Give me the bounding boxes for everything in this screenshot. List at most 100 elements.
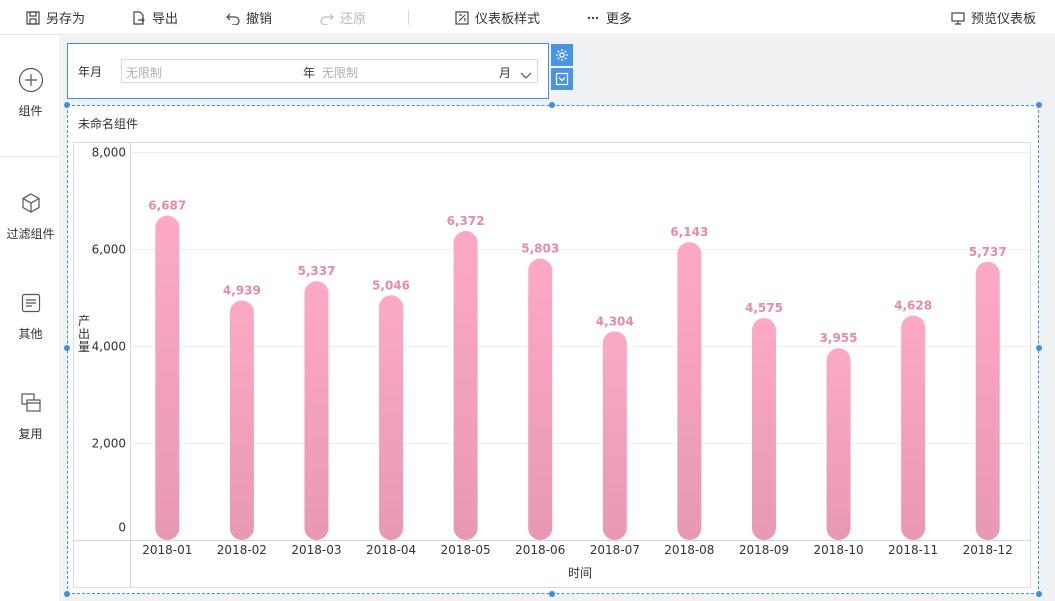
x-tick-label: 2018-04 bbox=[366, 543, 416, 557]
data-label: 4,939 bbox=[223, 283, 261, 297]
palette-icon bbox=[454, 10, 470, 26]
redo-button[interactable]: 还原 bbox=[319, 0, 366, 35]
bar bbox=[602, 331, 627, 540]
resize-handle[interactable] bbox=[1036, 345, 1042, 351]
data-label: 6,687 bbox=[148, 199, 186, 213]
panel-item-label: 复用 bbox=[18, 427, 43, 441]
panel-item-label: 其他 bbox=[18, 327, 43, 341]
resize-handle[interactable] bbox=[64, 591, 70, 597]
data-label: 4,628 bbox=[894, 299, 932, 313]
x-tick-label: 2018-03 bbox=[291, 543, 341, 557]
data-label: 6,372 bbox=[447, 214, 485, 228]
dashboard-style-label: 仪表板样式 bbox=[475, 12, 541, 27]
more-label: 更多 bbox=[606, 12, 633, 27]
data-label: 5,046 bbox=[372, 278, 410, 292]
bar bbox=[304, 281, 329, 540]
component-panel: 组件 过滤组件 其他 复用 bbox=[0, 35, 61, 601]
y-tick-label: 4,000 bbox=[92, 340, 126, 354]
panel-item-other[interactable]: 其他 bbox=[0, 290, 61, 342]
bar bbox=[229, 300, 254, 540]
data-label: 5,803 bbox=[521, 242, 559, 256]
filter-label: 年月 bbox=[78, 65, 103, 79]
y-tick-label: 2,000 bbox=[92, 437, 126, 451]
undo-button[interactable]: 撤销 bbox=[225, 0, 272, 35]
plus-circle-icon bbox=[18, 67, 44, 93]
bar bbox=[901, 315, 926, 540]
y-tick-label: 0 bbox=[118, 521, 126, 535]
bar bbox=[751, 318, 776, 540]
x-tick-label: 2018-07 bbox=[590, 543, 640, 557]
x-tick-label: 2018-08 bbox=[664, 543, 714, 557]
x-tick-label: 2018-01 bbox=[142, 543, 192, 557]
x-tick-label: 2018-05 bbox=[441, 543, 491, 557]
resize-handle[interactable] bbox=[1036, 102, 1042, 108]
panel-item-filter-components[interactable]: 过滤组件 bbox=[0, 190, 61, 242]
bar bbox=[975, 261, 1000, 540]
x-tick-label: 2018-11 bbox=[888, 543, 938, 557]
bar bbox=[453, 230, 478, 540]
save-icon bbox=[25, 10, 41, 26]
date-range-selector[interactable]: 无限制 年 无限制 月 bbox=[121, 59, 538, 83]
end-unit-label: 月 bbox=[499, 66, 512, 80]
panel-item-label: 过滤组件 bbox=[6, 227, 55, 241]
panel-item-components[interactable]: 组件 bbox=[0, 67, 61, 119]
bar bbox=[677, 242, 702, 540]
export-label: 导出 bbox=[152, 12, 179, 27]
more-icon bbox=[585, 10, 601, 26]
data-label: 5,337 bbox=[297, 264, 335, 278]
y-tick-label: 8,000 bbox=[92, 146, 126, 160]
filter-collapse-button[interactable] bbox=[551, 68, 573, 90]
resize-handle[interactable] bbox=[549, 102, 555, 108]
data-label: 5,737 bbox=[969, 245, 1007, 259]
end-date-placeholder: 无限制 bbox=[322, 66, 359, 80]
start-unit-label: 年 bbox=[303, 66, 316, 80]
resize-handle[interactable] bbox=[64, 102, 70, 108]
gear-icon bbox=[555, 48, 569, 62]
undo-icon bbox=[225, 10, 241, 26]
preview-dashboard-button[interactable]: 预览仪表板 bbox=[950, 0, 1036, 35]
preview-dashboard-label: 预览仪表板 bbox=[971, 12, 1037, 27]
export-button[interactable]: 导出 bbox=[131, 0, 178, 35]
data-label: 3,955 bbox=[820, 331, 858, 345]
date-filter-widget[interactable]: 年月 无限制 年 无限制 月 bbox=[67, 43, 549, 99]
resize-handle[interactable] bbox=[549, 591, 555, 597]
document-icon bbox=[18, 290, 44, 316]
panel-divider bbox=[0, 156, 61, 157]
data-label: 6,143 bbox=[670, 225, 708, 239]
export-icon bbox=[131, 10, 147, 26]
bar bbox=[826, 348, 851, 540]
widget-title: 未命名组件 bbox=[78, 117, 139, 131]
redo-icon bbox=[319, 10, 335, 26]
bar bbox=[528, 258, 553, 540]
chevron-down-icon[interactable] bbox=[520, 66, 532, 79]
x-tick-label: 2018-10 bbox=[813, 543, 863, 557]
panel-item-reuse[interactable]: 复用 bbox=[0, 390, 61, 442]
save-as-button[interactable]: 另存为 bbox=[25, 0, 85, 35]
save-as-label: 另存为 bbox=[46, 12, 86, 27]
undo-label: 撤销 bbox=[246, 12, 273, 27]
panel-item-label: 组件 bbox=[18, 104, 43, 118]
chart-svg: 0 2,000 4,000 6,000 8,000 6,687 2018-01 4,939 20… bbox=[73, 142, 1031, 588]
x-axis-title: 时间 bbox=[568, 566, 592, 580]
x-tick-label: 2018-02 bbox=[217, 543, 267, 557]
monitor-icon bbox=[950, 10, 966, 26]
dropdown-box-icon bbox=[555, 72, 569, 86]
bar-chart: 0 2,000 4,000 6,000 8,000 6,687 2018-01 4,939 20… bbox=[73, 142, 1031, 588]
bar bbox=[379, 295, 404, 540]
redo-label: 还原 bbox=[340, 12, 367, 27]
resize-handle[interactable] bbox=[1036, 591, 1042, 597]
x-tick-label: 2018-12 bbox=[963, 543, 1013, 557]
toolbar-divider bbox=[408, 10, 409, 25]
bar bbox=[155, 215, 180, 541]
resize-handle[interactable] bbox=[64, 345, 70, 351]
data-label: 4,575 bbox=[745, 301, 783, 315]
y-tick-label: 6,000 bbox=[92, 243, 126, 257]
dashboard-style-button[interactable]: 仪表板样式 bbox=[454, 0, 540, 35]
data-label: 4,304 bbox=[596, 314, 634, 328]
copy-icon bbox=[18, 390, 44, 416]
filter-settings-button[interactable] bbox=[551, 44, 573, 66]
x-tick-label: 2018-06 bbox=[515, 543, 565, 557]
cube-icon bbox=[18, 190, 44, 216]
toolbar: 另存为 导出 撤销 还原 仪表板样式 更多 预览仪表板 bbox=[0, 0, 1055, 35]
more-button[interactable]: 更多 bbox=[585, 0, 632, 35]
